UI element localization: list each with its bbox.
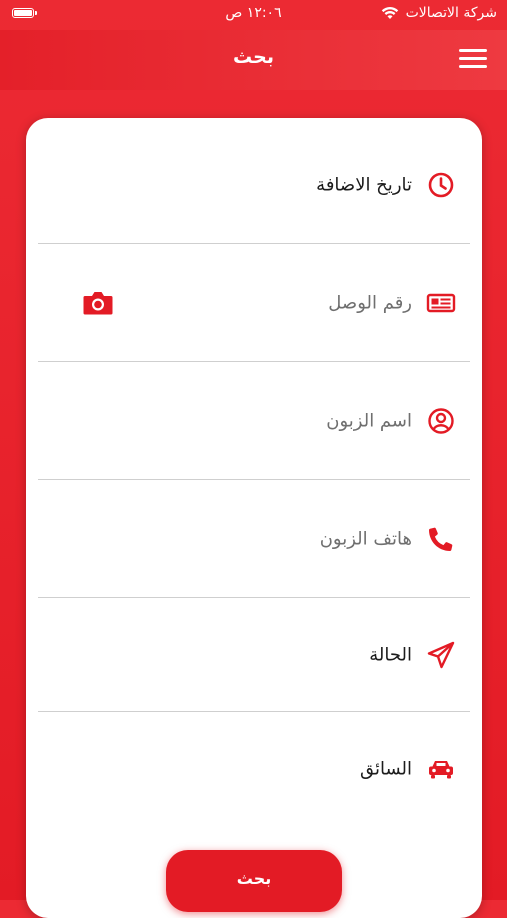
paper-plane-icon (426, 640, 456, 670)
form-row-added-date[interactable]: تاريخ الاضافة (38, 126, 470, 244)
page-title: بحث (233, 46, 274, 68)
search-form-card: تاريخ الاضافة رقم الوصل اسم الزبون هاتف … (26, 118, 482, 918)
form-row-customer-phone[interactable]: هاتف الزبون (38, 480, 470, 598)
form-row-customer-name[interactable]: اسم الزبون (38, 362, 470, 480)
status-label: الحالة (369, 644, 412, 665)
camera-icon[interactable] (82, 289, 114, 317)
hamburger-menu-icon[interactable] (459, 47, 489, 71)
wifi-icon (381, 7, 399, 19)
form-row-receipt-number[interactable]: رقم الوصل (38, 244, 470, 362)
search-button[interactable]: بحث (166, 850, 342, 912)
form-row-driver[interactable]: السائق (38, 712, 470, 826)
carrier-name: شركة الاتصالات (405, 5, 497, 21)
customer-name-label: اسم الزبون (326, 410, 412, 431)
clock-icon (426, 170, 456, 200)
receipt-icon (426, 288, 456, 318)
status-bar: ١٢:٠٦ ص شركة الاتصالات (0, 0, 507, 30)
phone-icon (426, 524, 456, 554)
added-date-label: تاريخ الاضافة (316, 174, 412, 195)
form-row-status[interactable]: الحالة (38, 598, 470, 712)
driver-label: السائق (359, 758, 412, 780)
app-header: بحث (0, 30, 507, 90)
receipt-number-label: رقم الوصل (328, 292, 412, 313)
customer-phone-label: هاتف الزبون (319, 528, 412, 549)
car-icon (426, 754, 456, 784)
user-circle-icon (426, 406, 456, 436)
